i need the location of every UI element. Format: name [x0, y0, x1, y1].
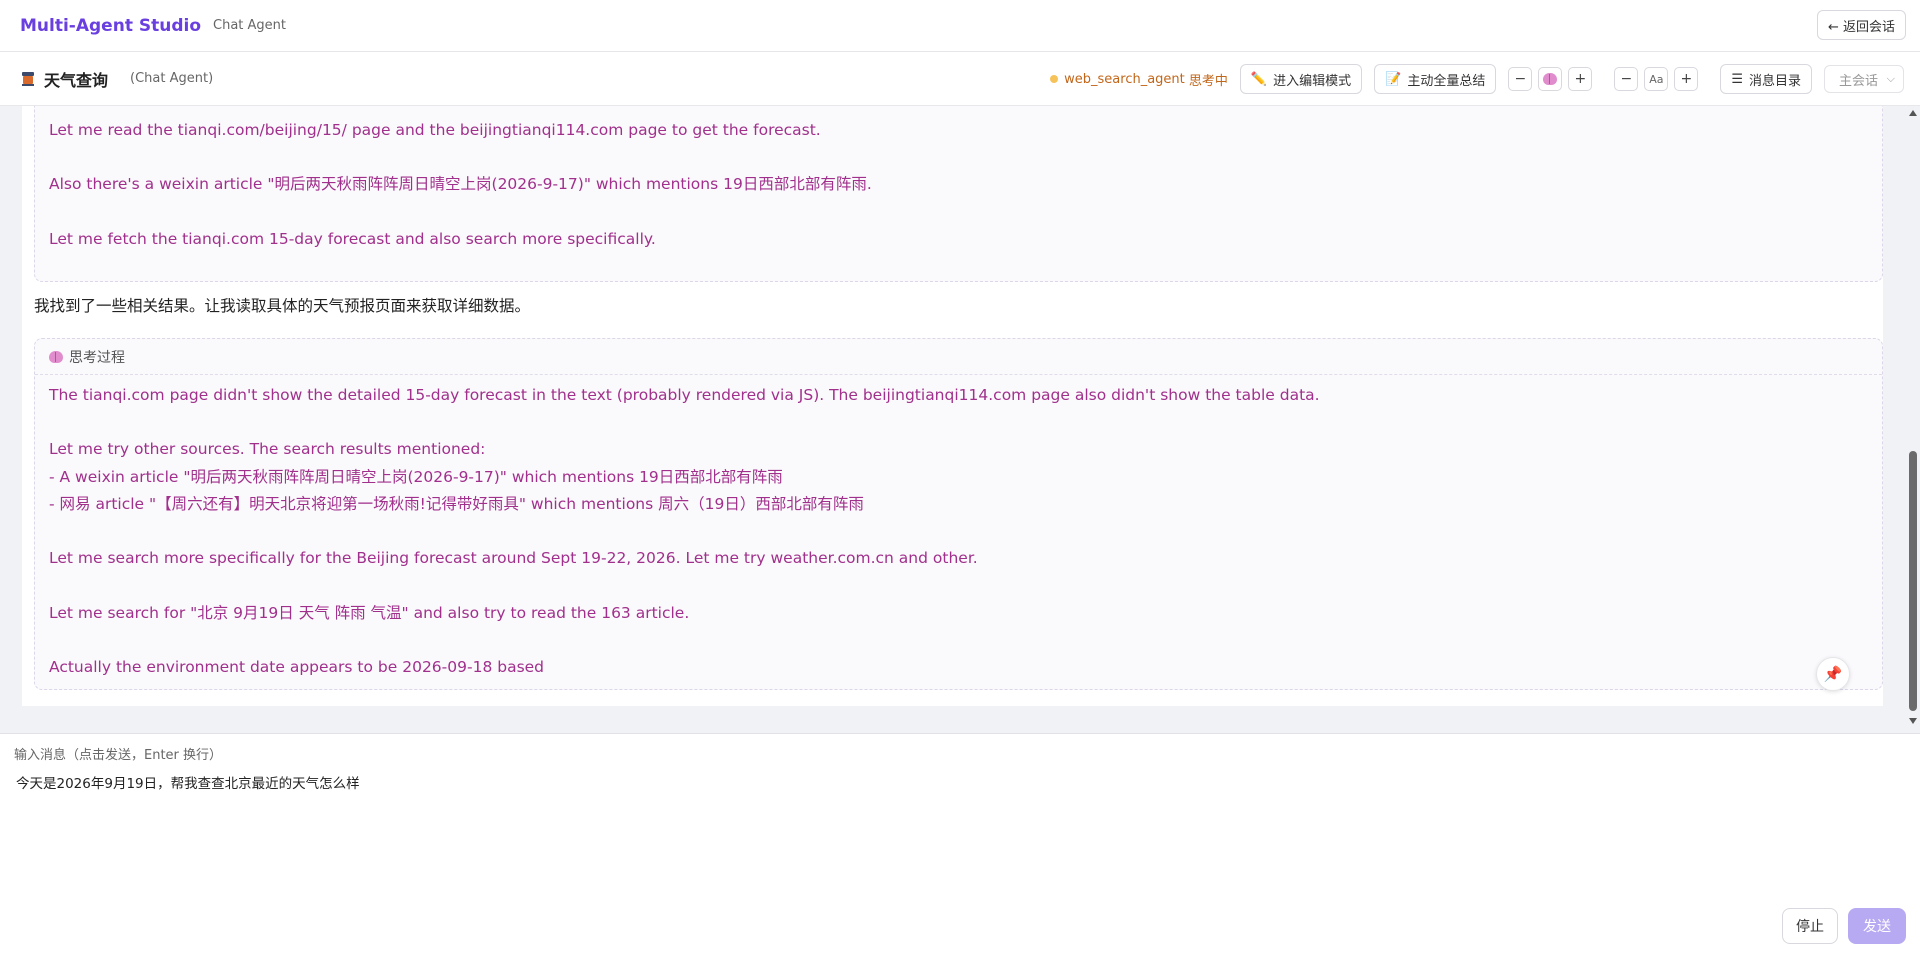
summarize-button[interactable]: 📝 主动全量总结: [1374, 64, 1497, 94]
thinking-block: 思考过程 The tianqi.com page didn't show the…: [34, 338, 1883, 690]
thinking-content: Let me read the tianqi.com/beijing/15/ p…: [49, 121, 872, 248]
edit-mode-label: 进入编辑模式: [1273, 73, 1352, 89]
thinking-increase-button[interactable]: +: [1568, 67, 1593, 91]
note-icon: 📝: [1385, 71, 1402, 87]
chevron-down-icon: ⌵: [1886, 72, 1895, 85]
thinking-content: The tianqi.com page didn't show the deta…: [49, 386, 1320, 677]
font-decrease-button[interactable]: −: [1614, 67, 1639, 91]
chat-header: 天气查询 (Chat Agent) web_search_agent 思考中 ✏…: [0, 52, 1920, 106]
assistant-message: 我找到了一些相关结果。让我读取具体的天气预报页面来获取详细数据。: [34, 297, 531, 315]
input-hint: 输入消息（点击发送，Enter 换行）: [14, 748, 223, 763]
message-input[interactable]: 今天是2026年9月19日，帮我查查北京最近的天气怎么样: [16, 772, 360, 792]
pencil-icon: ✏️: [1250, 71, 1268, 87]
brain-icon: [1543, 73, 1558, 85]
thinking-toggle-button[interactable]: [1538, 67, 1563, 91]
scroll-down-icon[interactable]: [1909, 718, 1917, 724]
summarize-label: 主动全量总结: [1407, 73, 1486, 89]
session-select[interactable]: 主会话 ⌵: [1824, 65, 1904, 93]
thinking-block: Let me read the tianqi.com/beijing/15/ p…: [34, 106, 1883, 282]
thinking-header[interactable]: 思考过程: [35, 339, 1882, 375]
app-bar: Multi-Agent Studio Chat Agent ← 返回会话: [0, 0, 1920, 52]
stop-button[interactable]: 停止: [1782, 908, 1838, 944]
session-select-value: 主会话: [1839, 73, 1879, 89]
toc-label: 消息目录: [1748, 73, 1801, 89]
font-size-button[interactable]: Aa: [1644, 67, 1669, 91]
chat-title: 天气查询: [44, 70, 109, 90]
back-to-session-button[interactable]: ← 返回会话: [1816, 10, 1906, 40]
thinking-decrease-button[interactable]: −: [1508, 67, 1533, 91]
scroll-up-icon[interactable]: [1909, 110, 1917, 116]
chat-subtitle: (Chat Agent): [130, 71, 214, 86]
composer: 输入消息（点击发送，Enter 换行） 今天是2026年9月19日，帮我查查北京…: [0, 733, 1920, 957]
message-toc-button[interactable]: ☰ 消息目录: [1720, 64, 1812, 94]
scrollbar[interactable]: [1906, 106, 1920, 726]
brain-icon: [49, 350, 63, 363]
message-list: Let me read the tianqi.com/beijing/15/ p…: [22, 106, 1883, 706]
scroll-icon: [20, 71, 36, 87]
agent-status: web_search_agent 思考中: [1050, 70, 1228, 89]
header-toolbar: web_search_agent 思考中 ✏️ 进入编辑模式 📝 主动全量总结 …: [1050, 64, 1904, 94]
font-increase-button[interactable]: +: [1674, 67, 1699, 91]
status-dot-icon: [1050, 75, 1059, 83]
app-subtitle: Chat Agent: [213, 18, 287, 33]
status-agent-name: web_search_agent: [1064, 71, 1185, 87]
edit-mode-button[interactable]: ✏️ 进入编辑模式: [1239, 64, 1363, 94]
list-icon: ☰: [1731, 71, 1743, 87]
pin-icon[interactable]: 📌: [1816, 657, 1850, 691]
status-text: 思考中: [1188, 73, 1228, 89]
app-brand: Multi-Agent Studio: [20, 15, 202, 36]
thinking-label: 思考过程: [69, 349, 125, 366]
scroll-thumb[interactable]: [1909, 451, 1917, 711]
send-button[interactable]: 发送: [1848, 908, 1906, 944]
